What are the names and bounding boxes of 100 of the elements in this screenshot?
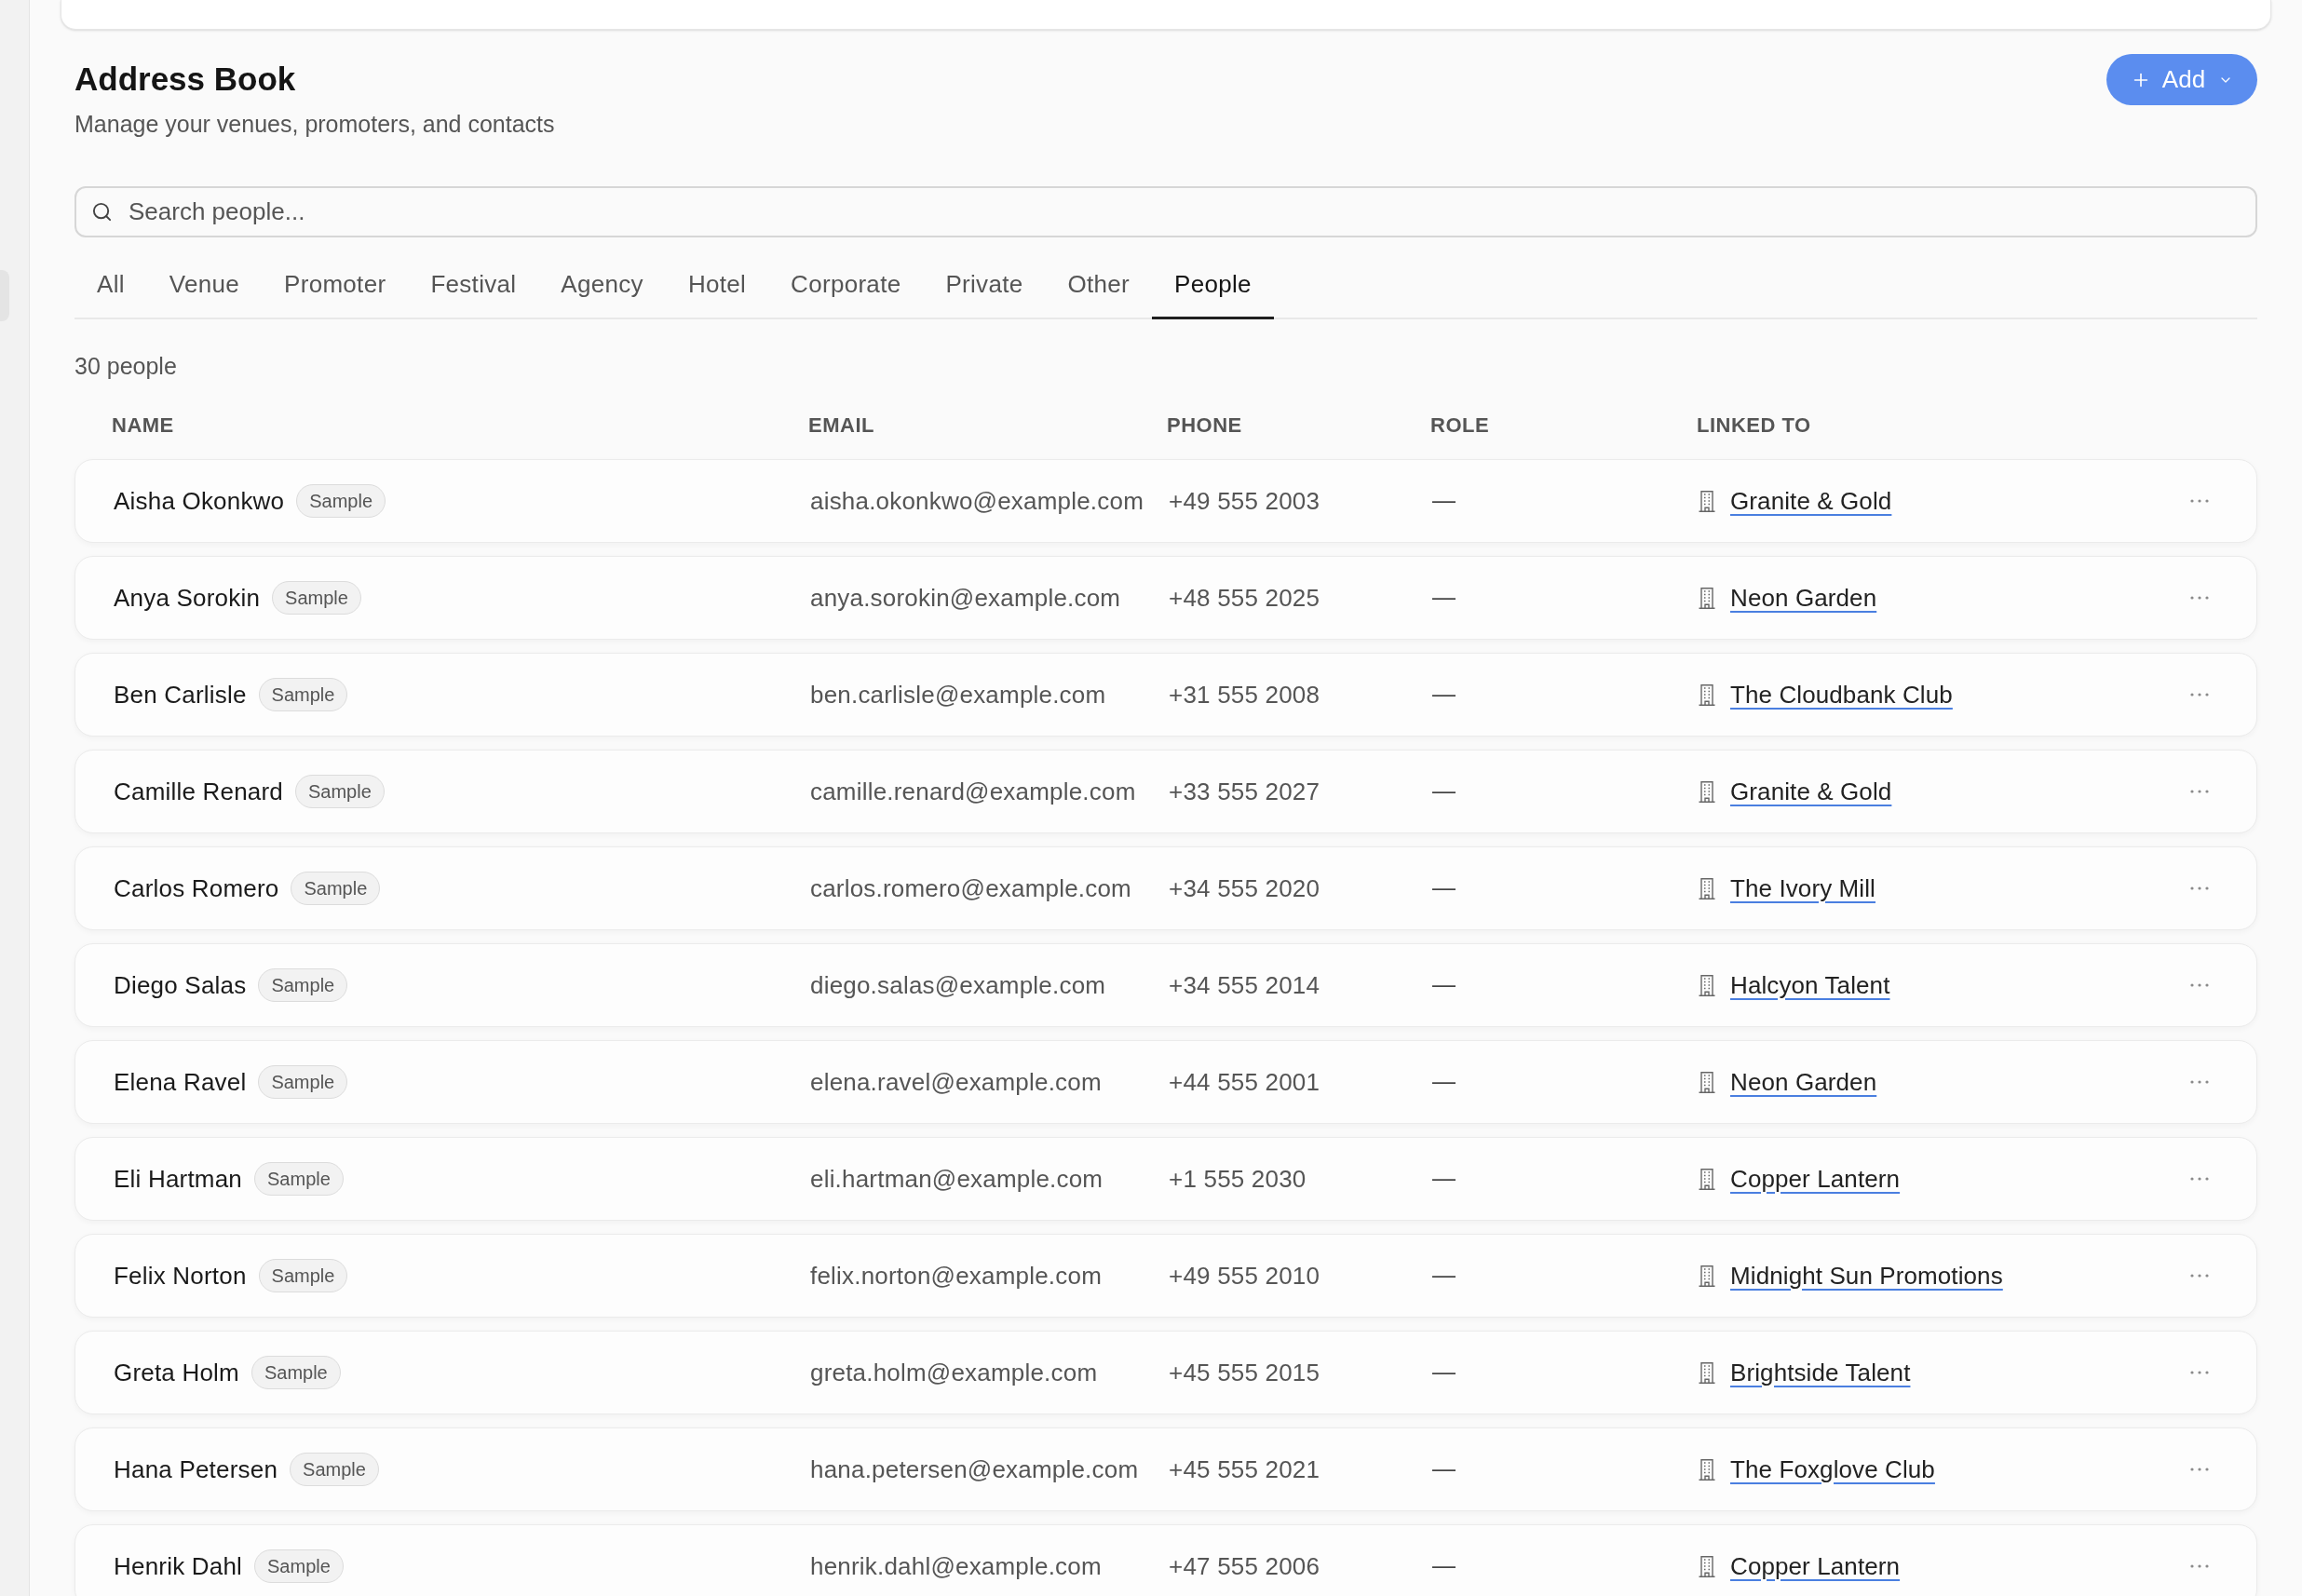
linked-entity-link[interactable]: The Cloudbank Club <box>1730 676 1953 713</box>
person-name: Ben Carlisle <box>114 679 247 710</box>
ellipsis-icon <box>2190 790 2209 793</box>
building-icon <box>1699 1458 1715 1481</box>
phone-text: +47 555 2006 <box>1169 1550 1320 1582</box>
person-name: Carlos Romero <box>114 872 279 904</box>
sample-tag: Sample <box>296 484 386 518</box>
sample-tag: Sample <box>258 678 348 711</box>
role-text: — <box>1432 680 1456 710</box>
email-text: felix.norton@example.com <box>810 1260 1102 1292</box>
ellipsis-icon <box>2190 1564 2209 1568</box>
sample-tag: Sample <box>295 775 385 808</box>
linked-entity-link[interactable]: Neon Garden <box>1730 579 1877 616</box>
person-name: Diego Salas <box>114 969 247 1001</box>
email-text: ben.carlisle@example.com <box>810 679 1106 710</box>
filter-tab[interactable]: Venue <box>146 257 263 319</box>
ellipsis-icon <box>2190 983 2209 987</box>
ellipsis-icon <box>2190 1274 2209 1278</box>
building-icon <box>1699 587 1715 609</box>
search-icon <box>91 201 113 223</box>
building-icon <box>1699 490 1715 512</box>
filter-tab[interactable]: Hotel <box>665 257 769 319</box>
email-text: greta.holm@example.com <box>810 1357 1098 1388</box>
filter-tab[interactable]: Festival <box>408 257 539 319</box>
role-text: — <box>1432 1164 1456 1194</box>
building-icon <box>1699 1555 1715 1577</box>
building-icon <box>1699 780 1715 803</box>
search-field[interactable]: Search people... <box>74 186 2257 237</box>
person-name: Camille Renard <box>114 776 283 807</box>
linked-entity-link[interactable]: Halcyon Talent <box>1730 967 1890 1004</box>
role-text: — <box>1432 1358 1456 1387</box>
role-text: — <box>1432 777 1456 806</box>
phone-text: +31 555 2008 <box>1169 679 1320 710</box>
phone-text: +45 555 2015 <box>1169 1357 1320 1388</box>
column-header: ROLE <box>1430 413 1490 439</box>
phone-text: +33 555 2027 <box>1169 776 1320 807</box>
person-name: Hana Petersen <box>114 1454 278 1485</box>
filter-tab[interactable]: All <box>74 257 147 319</box>
email-text: eli.hartman@example.com <box>810 1163 1104 1195</box>
sample-tag: Sample <box>291 872 381 905</box>
filter-tab[interactable]: Corporate <box>768 257 924 319</box>
building-icon <box>1699 877 1715 899</box>
filter-tab[interactable]: Agency <box>538 257 666 319</box>
sample-tag: Sample <box>258 1259 348 1292</box>
email-text: anya.sorokin@example.com <box>810 582 1121 614</box>
linked-entity-link[interactable]: Midnight Sun Promotions <box>1730 1257 2003 1294</box>
sample-tag: Sample <box>258 968 348 1002</box>
email-text: aisha.okonkwo@example.com <box>810 485 1144 517</box>
role-text: — <box>1432 1261 1456 1291</box>
sample-tag: Sample <box>254 1549 344 1583</box>
building-icon <box>1699 1071 1715 1093</box>
filter-tab[interactable]: People <box>1152 257 1274 319</box>
building-icon <box>1699 683 1715 706</box>
filter-tab[interactable]: Promoter <box>262 257 409 319</box>
sample-tag: Sample <box>254 1162 344 1196</box>
sample-tag: Sample <box>290 1453 379 1486</box>
person-name: Aisha Okonkwo <box>114 485 285 517</box>
role-text: — <box>1432 583 1456 613</box>
phone-text: +34 555 2014 <box>1169 969 1320 1001</box>
linked-entity-link[interactable]: Brightside Talent <box>1730 1354 1911 1391</box>
result-count: 30 people <box>74 352 177 380</box>
person-name: Felix Norton <box>114 1260 247 1292</box>
linked-entity-link[interactable]: Granite & Gold <box>1730 482 1892 520</box>
column-header: LINKED TO <box>1697 413 1811 439</box>
person-name: Greta Holm <box>114 1357 239 1388</box>
role-text: — <box>1432 1067 1456 1097</box>
ellipsis-icon <box>2190 886 2209 890</box>
linked-entity-link[interactable]: Granite & Gold <box>1730 773 1892 810</box>
email-text: diego.salas@example.com <box>810 969 1106 1001</box>
linked-entity-link[interactable]: Copper Lantern <box>1730 1160 1901 1197</box>
linked-entity-link[interactable]: Neon Garden <box>1730 1063 1877 1101</box>
phone-text: +34 555 2020 <box>1169 872 1320 904</box>
role-text: — <box>1432 970 1456 1000</box>
column-header: NAME <box>112 413 174 439</box>
phone-text: +49 555 2010 <box>1169 1260 1320 1292</box>
building-icon <box>1699 1168 1715 1190</box>
phone-text: +48 555 2025 <box>1169 582 1320 614</box>
column-header: PHONE <box>1167 413 1242 439</box>
linked-entity-link[interactable]: The Foxglove Club <box>1730 1451 1935 1488</box>
email-text: henrik.dahl@example.com <box>810 1550 1102 1582</box>
role-text: — <box>1432 486 1456 516</box>
linked-entity-link[interactable]: Copper Lantern <box>1730 1548 1901 1585</box>
page-subtitle: Manage your venues, promoters, and contacts <box>74 110 555 139</box>
building-icon <box>1699 1361 1715 1384</box>
column-header: EMAIL <box>808 413 874 439</box>
filter-tab[interactable]: Other <box>1045 257 1152 319</box>
person-name: Anya Sorokin <box>114 582 261 614</box>
role-text: — <box>1432 1551 1456 1581</box>
ellipsis-icon <box>2190 499 2209 503</box>
ellipsis-icon <box>2190 1080 2209 1084</box>
person-name: Eli Hartman <box>114 1163 242 1195</box>
filter-tab[interactable]: Private <box>923 257 1046 319</box>
phone-text: +1 555 2030 <box>1169 1163 1307 1195</box>
ellipsis-icon <box>2190 1177 2209 1181</box>
email-text: hana.petersen@example.com <box>810 1454 1139 1485</box>
phone-text: +44 555 2001 <box>1169 1066 1320 1098</box>
ellipsis-icon <box>2190 693 2209 697</box>
role-text: — <box>1432 1454 1456 1484</box>
linked-entity-link[interactable]: The Ivory Mill <box>1730 870 1875 907</box>
phone-text: +49 555 2003 <box>1169 485 1320 517</box>
